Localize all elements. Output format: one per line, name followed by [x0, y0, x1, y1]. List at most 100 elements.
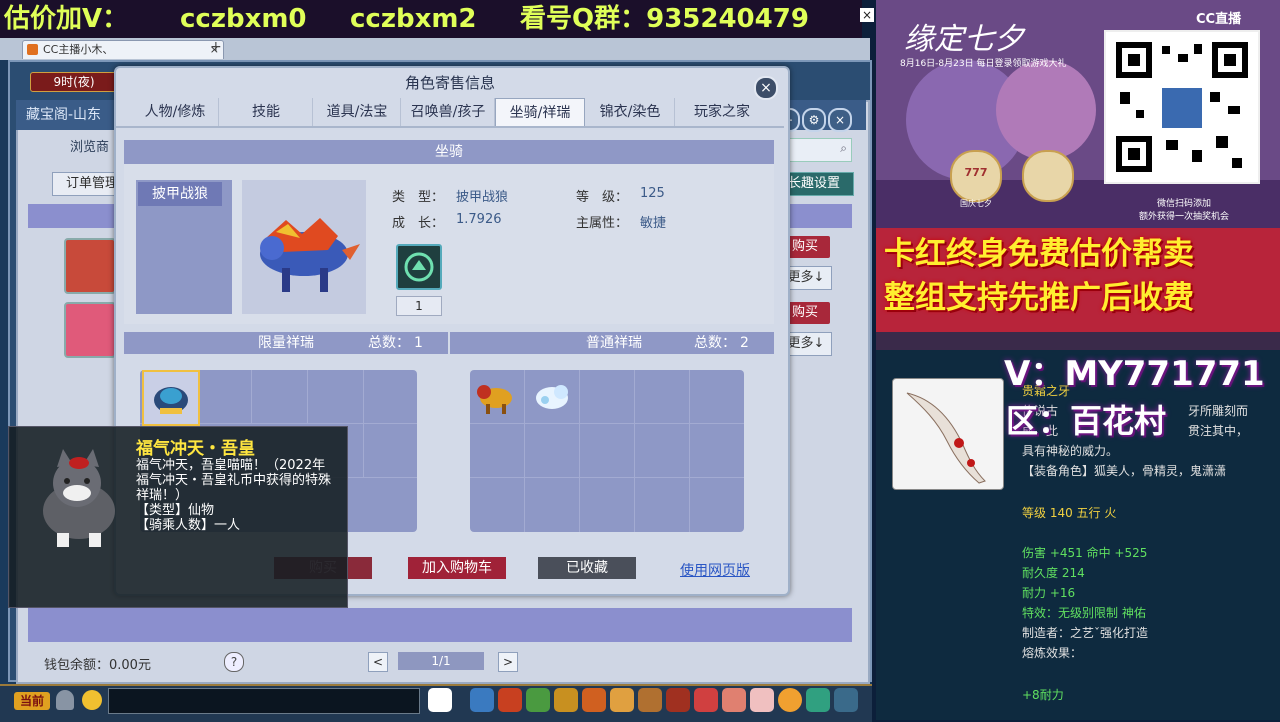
grid-cell[interactable]: [635, 478, 690, 532]
map-icon[interactable]: [806, 688, 830, 712]
limited-slot-selected[interactable]: [142, 370, 200, 426]
grid-cell[interactable]: [580, 424, 635, 478]
item-stat-2: 耐力 +16: [1022, 586, 1076, 600]
mount-level-value: 125: [640, 186, 665, 201]
tab-skills[interactable]: 技能: [220, 98, 313, 126]
browse-label[interactable]: 浏览商: [70, 136, 109, 155]
add-to-cart-button[interactable]: 加入购物车: [408, 557, 506, 579]
prev-page-button[interactable]: <: [368, 652, 388, 672]
grid-cell[interactable]: [525, 370, 580, 424]
cc-brand: CC直播: [1196, 12, 1242, 27]
page-indicator: 1/1: [398, 652, 484, 670]
grid-cell[interactable]: [690, 424, 744, 478]
mount-type-label: 类 型：: [392, 190, 445, 205]
tab-pets[interactable]: 召唤兽/孩子: [402, 98, 495, 126]
mount-list-item[interactable]: 披甲战狼: [138, 182, 222, 206]
mount-growth-label: 成 长：: [392, 216, 445, 231]
task-icon[interactable]: [610, 688, 634, 712]
item-desc-2b: 贯注其中，: [1188, 424, 1249, 438]
game-clock: 9时(夜): [30, 72, 118, 92]
cat-mount-icon: [154, 387, 188, 414]
microphone-icon[interactable]: [56, 690, 74, 710]
face-icon[interactable]: [778, 688, 802, 712]
tab-outfits[interactable]: 锦衣/染色: [586, 98, 675, 126]
tab-items[interactable]: 道具/法宝: [314, 98, 401, 126]
grid-cell[interactable]: [364, 424, 417, 478]
promo-date: 8月16日-8月23日 每日登录领取游戏大礼: [900, 59, 1067, 69]
bag-icon[interactable]: [498, 688, 522, 712]
dialog-close-icon[interactable]: ×: [754, 76, 778, 100]
wallet-balance: 钱包余额：0.00元: [44, 658, 151, 673]
friend-icon[interactable]: [694, 688, 718, 712]
contact-wechat: V：MY771771: [1004, 354, 1265, 394]
character-avatar[interactable]: [64, 238, 116, 294]
team-icon[interactable]: [526, 688, 550, 712]
next-page-button[interactable]: >: [498, 652, 518, 672]
grid-cell[interactable]: [690, 478, 744, 532]
grid-cell[interactable]: [364, 370, 417, 424]
grid-cell[interactable]: [252, 370, 308, 424]
character-avatar[interactable]: [64, 302, 116, 358]
server-zone: 区：百花村: [1006, 402, 1167, 440]
grid-cell[interactable]: [525, 424, 580, 478]
grid-cell[interactable]: [580, 478, 635, 532]
promo-title: 缘定七夕: [904, 22, 1024, 57]
grid-cell[interactable]: [525, 478, 580, 532]
grid-cell[interactable]: [580, 370, 635, 424]
golden-beast-icon: [477, 385, 512, 414]
limited-total-label: 总数：: [368, 335, 410, 351]
white-beast-icon: [536, 385, 568, 409]
grid-cell[interactable]: [635, 424, 690, 478]
favorited-button[interactable]: 已收藏: [538, 557, 636, 579]
limited-total: 1: [414, 335, 423, 351]
tab-character[interactable]: 人物/修炼: [132, 98, 219, 126]
item-stat-1: 伤害 +451 命中 +525: [1022, 546, 1148, 560]
use-web-version-link[interactable]: 使用网页版: [680, 560, 750, 580]
mail-icon[interactable]: [722, 688, 746, 712]
shop-close-icon[interactable]: ×: [828, 108, 852, 132]
item-roles: 【装备角色】狐美人，骨精灵，鬼潇潇: [1022, 464, 1227, 478]
give-icon[interactable]: [554, 688, 578, 712]
normal-title: 普通祥瑞: [586, 335, 642, 351]
grid-cell[interactable]: [308, 370, 364, 424]
grid-cell[interactable]: [470, 424, 525, 478]
chat-channel-button[interactable]: 当前: [14, 692, 50, 710]
overlay-close-icon[interactable]: ×: [860, 8, 874, 22]
banner-text-4: 看号Q群：935240479: [520, 4, 809, 34]
chat-input[interactable]: [108, 688, 420, 714]
limited-title: 限量祥瑞: [258, 335, 314, 351]
search-icon[interactable]: ⌕: [840, 141, 847, 156]
tab-home[interactable]: 玩家之家: [676, 98, 768, 126]
normal-header: 普通祥瑞 总数： 2: [450, 332, 774, 354]
guild-icon[interactable]: [638, 688, 662, 712]
item-image: [892, 378, 1004, 490]
attack-icon[interactable]: [470, 688, 494, 712]
fang-blade-icon: [906, 392, 986, 484]
item-desc-1b: 牙所雕刻而: [1188, 404, 1249, 418]
help-icon[interactable]: ?: [224, 652, 244, 672]
promo-badge: 777 国庆七夕: [950, 150, 1002, 208]
shop-settings-icon[interactable]: ⚙: [802, 108, 826, 132]
gift-icon[interactable]: [750, 688, 774, 712]
normal-total-label: 总数：: [694, 335, 736, 351]
grid-cell[interactable]: [690, 370, 744, 424]
system-icon[interactable]: [834, 688, 858, 712]
banner-text-2: cczbxm0: [180, 4, 307, 34]
tab-mounts[interactable]: 坐骑/祥瑞: [495, 98, 585, 127]
mount-attr-value: 敏捷: [640, 216, 667, 231]
mount-skill-icon[interactable]: [396, 244, 442, 290]
promo-line-2: 整组支持先推广后收费: [884, 280, 1194, 316]
grid-cell[interactable]: [470, 370, 525, 424]
pet-icon[interactable]: [428, 688, 452, 712]
item-effect: 特效：无级别限制 神佑: [1022, 606, 1146, 620]
emoji-icon[interactable]: [82, 690, 102, 710]
browser-tab-strip: CC主播小木、 × +: [0, 38, 870, 61]
grid-cell[interactable]: [635, 370, 690, 424]
skill-icon[interactable]: [666, 688, 690, 712]
shop-footer-band: [28, 608, 852, 642]
new-tab-icon[interactable]: +: [210, 39, 222, 55]
grid-cell[interactable]: [196, 370, 252, 424]
browser-tab[interactable]: CC主播小木、 ×: [22, 40, 224, 59]
trade-icon[interactable]: [582, 688, 606, 712]
grid-cell[interactable]: [470, 478, 525, 532]
